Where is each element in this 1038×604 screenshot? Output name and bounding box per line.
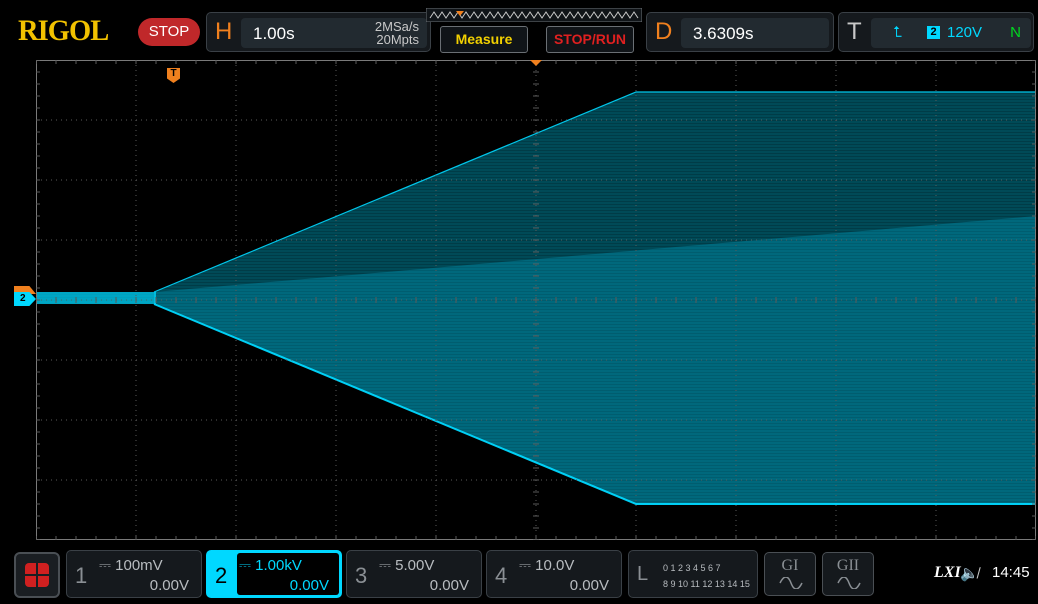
timebase-value: 1.00s — [253, 24, 295, 43]
trigger-mode: N — [1010, 24, 1021, 41]
rigol-logo: RIGOL — [18, 14, 109, 47]
channel-number: 2 — [215, 563, 228, 588]
channel-offset: 0.00V — [149, 577, 189, 594]
waveform-display[interactable] — [36, 60, 1036, 540]
channel-scale: ⎓ 100mV — [99, 557, 163, 574]
channel2-offset-marker[interactable]: 2 — [14, 292, 36, 306]
delay-values: 3.6309s — [681, 18, 829, 48]
lxi-logo: LXI — [934, 564, 961, 581]
channel4-panel[interactable]: 4 ⎓ 10.0V 0.00V — [486, 550, 622, 598]
trigger-source: 2 — [927, 26, 940, 39]
generator-label: GI — [781, 557, 799, 574]
acquisition-info: 2MSa/s 20Mpts — [375, 20, 419, 46]
generator1-button[interactable]: GI — [764, 552, 816, 596]
trigger-letter: T — [847, 18, 862, 45]
channel-offset: 0.00V — [429, 577, 469, 594]
channel-offset: 0.00V — [289, 577, 329, 594]
memory-depth: 20Mpts — [376, 32, 419, 47]
stop-run-button[interactable]: STOP/RUN — [546, 26, 634, 53]
channel-scale-value: 5.00V — [395, 557, 435, 574]
measure-button[interactable]: Measure — [440, 26, 528, 53]
trigger-values: ⮤ 2 120V N — [871, 18, 1031, 48]
channel-scale: ⎓ 1.00kV — [239, 557, 302, 574]
channel-scale: ⎓ 5.00V — [379, 557, 434, 574]
logic-letter: L — [637, 563, 649, 585]
run-state-badge[interactable]: STOP — [138, 18, 200, 46]
system-clock: 14:45 — [992, 564, 1030, 581]
dc-coupling-icon: ⎓ — [379, 557, 396, 574]
horizontal-panel[interactable]: H 1.00s 2MSa/s 20Mpts — [206, 12, 431, 52]
channel-scale-value: 10.0V — [535, 557, 575, 574]
channel-scale: ⎓ 10.0V — [519, 557, 574, 574]
top-bar: RIGOL STOP H 1.00s 2MSa/s 20Mpts Measure… — [0, 0, 1038, 58]
dc-coupling-icon: ⎓ — [239, 557, 256, 574]
generator2-button[interactable]: GII — [822, 552, 874, 596]
delay-letter: D — [655, 18, 673, 45]
trigger-panel[interactable]: T ⮤ 2 120V N — [838, 12, 1034, 52]
sine-wave-icon — [837, 577, 861, 589]
menu-grid-icon — [25, 563, 49, 587]
sine-wave-icon — [779, 577, 803, 589]
channel-number: 1 — [75, 563, 88, 588]
logic-channels-row1: 0 1 2 3 4 5 6 7 — [663, 563, 721, 573]
channel-scale-value: 100mV — [115, 557, 163, 574]
logic-channels-row2: 8 9 10 11 12 13 14 15 — [663, 579, 750, 589]
dc-coupling-icon: ⎓ — [519, 557, 536, 574]
horizontal-letter: H — [215, 18, 233, 45]
bottom-bar: 1 ⎓ 100mV 0.00V 2 ⎓ 1.00kV 0.00V 3 ⎓ 5.0… — [0, 546, 1038, 604]
trigger-level: 120V — [947, 24, 983, 41]
delay-value: 3.6309s — [693, 24, 754, 43]
dc-coupling-icon: ⎓ — [99, 557, 116, 574]
horizontal-values: 1.00s 2MSa/s 20Mpts — [241, 18, 427, 48]
main-menu-button[interactable] — [14, 552, 60, 598]
channel-offset: 0.00V — [569, 577, 609, 594]
channel3-panel[interactable]: 3 ⎓ 5.00V 0.00V — [346, 550, 482, 598]
channel-scale-value: 1.00kV — [255, 557, 302, 574]
graticule — [36, 60, 1036, 540]
generator-label: GII — [836, 557, 860, 574]
channel-number: 3 — [355, 563, 368, 588]
logic-analyzer-panel[interactable]: L 0 1 2 3 4 5 6 7 8 9 10 11 12 13 14 15 — [628, 550, 758, 598]
channel1-panel[interactable]: 1 ⎓ 100mV 0.00V — [66, 550, 202, 598]
channel-number: 4 — [495, 563, 508, 588]
speaker-muted-icon[interactable]: 🔈̸ — [960, 564, 979, 582]
delay-panel[interactable]: D 3.6309s — [646, 12, 834, 52]
channel2-panel[interactable]: 2 ⎓ 1.00kV 0.00V — [206, 550, 342, 598]
trigger-position-strip — [426, 8, 642, 22]
rising-edge-icon: ⮤ — [893, 24, 902, 41]
center-caret-icon — [530, 60, 542, 66]
